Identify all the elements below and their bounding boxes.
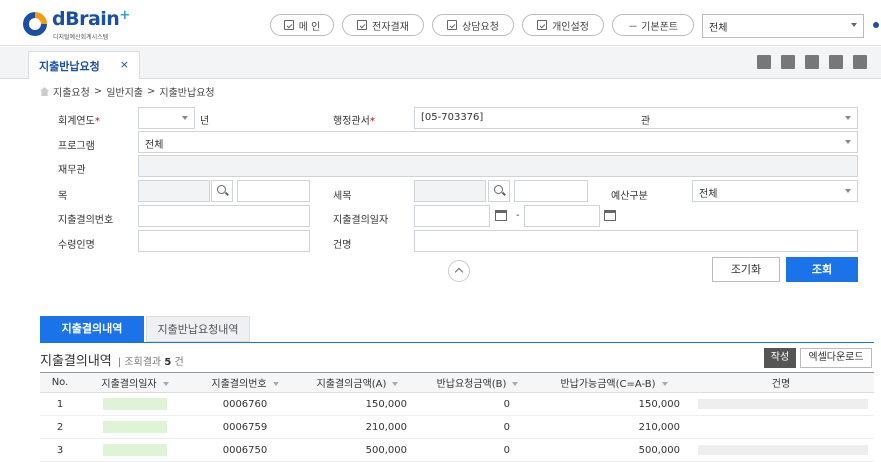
resolution-number-input[interactable]: [138, 205, 310, 227]
reset-button[interactable]: 조기화: [712, 257, 780, 282]
resolution-date-to[interactable]: [524, 205, 600, 227]
program-select[interactable]: 전체: [138, 131, 858, 153]
chevron-down-icon: [845, 116, 851, 120]
chevron-down-icon: [851, 23, 857, 27]
list-title: 지출결의내역: [40, 354, 112, 369]
table-row[interactable]: 1 0006760 150,000 0 150,000: [40, 392, 874, 416]
logo-name: dBrain+: [52, 8, 130, 30]
breadcrumb: 지출요청 > 일반지출 > 지출반납요청: [40, 84, 215, 99]
tab-withdrawal-request[interactable]: 지출반납요청 ×: [28, 51, 140, 79]
check-doc-icon: [537, 20, 548, 30]
search-button[interactable]: 조회: [786, 257, 858, 282]
result-count: | 조회결과 5 건: [117, 357, 184, 368]
redacted-date: [103, 398, 167, 410]
sort-icon: [162, 382, 169, 386]
year-suffix: 년: [200, 116, 210, 127]
semok-code-field: [414, 180, 486, 202]
budget-type-label: 예산구분: [611, 191, 648, 202]
sort-icon: [512, 382, 519, 386]
program-label: 프로그램: [58, 141, 95, 152]
semok-search-icon[interactable]: [488, 180, 510, 202]
subject-label: 건명: [333, 240, 352, 251]
check-doc-icon: [283, 20, 294, 30]
redacted-subject: [698, 444, 868, 455]
home-icon[interactable]: [40, 87, 49, 96]
tab-resolution-list[interactable]: 지출결의내역: [40, 316, 144, 342]
semok-label: 세목: [333, 191, 352, 202]
layout-columns-icon[interactable]: [805, 55, 819, 69]
office-label: 행정관서*: [333, 116, 375, 127]
nav-main-button[interactable]: 메 인: [270, 14, 334, 36]
year-select[interactable]: [138, 107, 195, 129]
year-label: 회계연도*: [58, 116, 100, 127]
col-date[interactable]: 지출결의일자: [80, 372, 190, 393]
resolution-date-label: 지출결의일자: [333, 215, 389, 226]
tab-withdrawal-list[interactable]: 지출반납요청내역: [146, 316, 250, 342]
calendar-icon[interactable]: [604, 210, 616, 221]
nav-approval-button[interactable]: 전자결재: [342, 14, 424, 36]
col-requested[interactable]: 반납요청금액(B): [415, 372, 540, 393]
dbrain-logo[interactable]: dBrain+ 디지털예산회계시스템: [22, 8, 142, 41]
sort-icon: [661, 382, 668, 386]
logo-mark-icon: [23, 12, 47, 36]
nav-consult-button[interactable]: 상담요청: [432, 14, 514, 36]
collapse-chevron-up-icon[interactable]: [448, 260, 470, 282]
excel-download-button[interactable]: 엑셀다운로드: [800, 348, 872, 368]
mok-label: 목: [58, 191, 68, 202]
notification-dot-icon[interactable]: [873, 22, 879, 28]
layout-left-icon[interactable]: [781, 55, 795, 69]
resolution-table: No. 지출결의일자 지출결의번호 지출결의금액(A) 반납요청금액(B) 반납…: [40, 372, 874, 462]
sort-icon: [392, 382, 399, 386]
resolution-number-label: 지출결의번호: [58, 215, 114, 226]
nav-settings-button[interactable]: 개인설정: [522, 14, 604, 36]
close-tab-icon[interactable]: ×: [120, 58, 129, 71]
finance-officer-field: [138, 155, 858, 177]
chevron-down-icon: [182, 116, 188, 120]
table-row[interactable]: 3 0006750 500,000 0 500,000: [40, 438, 874, 462]
mok-name-field[interactable]: [237, 180, 310, 202]
mok-search-icon[interactable]: [211, 180, 233, 202]
book-icon[interactable]: [757, 55, 771, 69]
logo-subtitle: 디지털예산회계시스템: [53, 34, 109, 41]
list-header: 지출결의내역 | 조회결과 5 건: [40, 350, 184, 369]
write-button[interactable]: 작성: [764, 348, 796, 368]
col-subject: 건명: [688, 372, 874, 393]
font-size-button[interactable]: － 기본폰트: [612, 14, 694, 36]
office-select[interactable]: [05-703376] 관: [414, 107, 858, 129]
check-doc-icon: [357, 20, 368, 30]
chevron-down-icon: [845, 140, 851, 144]
page-tab-bar: 지출반납요청 ×: [0, 47, 881, 79]
redacted-subject: [698, 398, 868, 409]
resolution-date-from[interactable]: [414, 205, 490, 227]
redacted-date: [103, 421, 167, 433]
chevron-down-icon: [845, 189, 851, 193]
col-amount[interactable]: 지출결의금액(A): [300, 372, 415, 393]
redacted-date: [103, 444, 167, 456]
layout-rows-icon[interactable]: [829, 55, 843, 69]
table-row[interactable]: 2 0006759 210,000 0 210,000: [40, 415, 874, 439]
top-header: dBrain+ 디지털예산회계시스템 메 인 전자결재 상담요청 개인설정 － …: [0, 0, 881, 46]
col-available[interactable]: 반납가능금액(C=A-B): [540, 372, 688, 393]
col-number[interactable]: 지출결의번호: [190, 372, 300, 393]
col-no: No.: [40, 372, 80, 393]
window-icon[interactable]: [853, 55, 867, 69]
budget-type-select[interactable]: 전체: [692, 180, 858, 202]
subject-input[interactable]: [414, 230, 858, 252]
sort-icon: [272, 382, 279, 386]
finance-officer-label: 재무관: [58, 165, 86, 176]
check-doc-icon: [447, 20, 458, 30]
date-range-separator: -: [516, 210, 520, 221]
tab-underline: [40, 342, 874, 343]
top-scope-select[interactable]: 전체: [702, 14, 864, 38]
payee-label: 수령인명: [58, 240, 95, 251]
mok-code-field: [138, 180, 210, 202]
payee-input[interactable]: [138, 230, 310, 252]
calendar-icon[interactable]: [495, 210, 507, 221]
layout-toolbar: [757, 55, 867, 71]
semok-name-field[interactable]: [514, 180, 588, 202]
